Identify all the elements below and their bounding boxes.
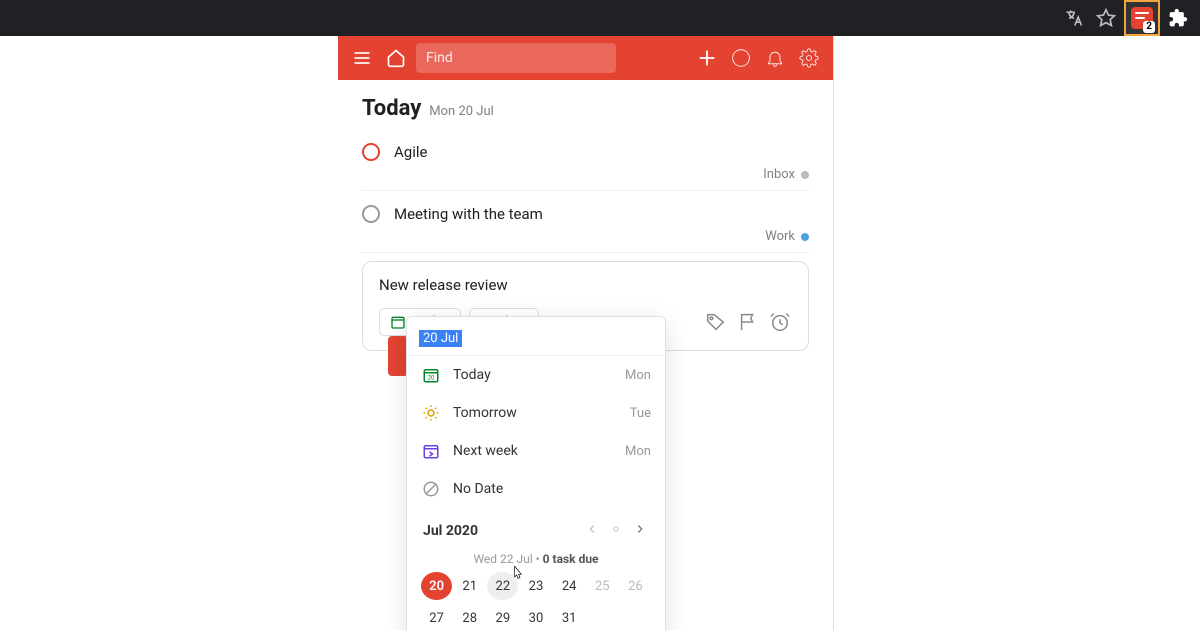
todoist-extension-icon[interactable]: 2 (1124, 0, 1160, 36)
star-icon[interactable] (1092, 4, 1120, 32)
svg-text:20: 20 (428, 375, 435, 382)
task-meta: Work (362, 229, 809, 244)
notifications-icon[interactable] (761, 44, 789, 72)
date-quick-today[interactable]: 20 Today Mon (407, 356, 665, 394)
date-quick-no-date[interactable]: No Date (407, 470, 665, 508)
settings-icon[interactable] (795, 44, 823, 72)
browser-top-bar: 2 (0, 0, 1200, 36)
extensions-puzzle-icon[interactable] (1164, 4, 1192, 32)
extension-badge: 2 (1143, 21, 1155, 33)
date-input-text: 20 Jul (419, 330, 462, 347)
mouse-cursor (510, 563, 526, 583)
calendar-day[interactable]: 28 (454, 604, 485, 630)
task-meta: Inbox (362, 167, 809, 182)
label-icon[interactable] (704, 310, 728, 334)
task-project-label: Work (765, 229, 795, 244)
calendar-month-label: Jul 2020 (423, 523, 478, 539)
date-quick-label: No Date (453, 481, 639, 497)
date-quick-day: Tue (630, 406, 651, 421)
todoist-panel: Find Today Mon 20 Jul Agile Inbox (338, 36, 834, 630)
task-row[interactable]: Meeting with the team (362, 199, 809, 229)
task-project-dot (801, 233, 809, 241)
calendar-day[interactable]: 25 (587, 572, 618, 600)
task-checkbox[interactable] (362, 205, 380, 223)
sun-icon (421, 403, 441, 423)
date-quick-tomorrow[interactable]: Tomorrow Tue (407, 394, 665, 432)
search-placeholder: Find (426, 50, 453, 66)
calendar-day[interactable]: 26 (620, 572, 651, 600)
page-title: Today (362, 96, 421, 121)
menu-icon[interactable] (348, 44, 376, 72)
app-header: Find (338, 36, 833, 80)
task-checkbox[interactable] (362, 143, 380, 161)
scrollbar-thumb[interactable] (833, 36, 834, 466)
reminder-clock-icon[interactable] (768, 310, 792, 334)
task-row[interactable]: Agile (362, 137, 809, 167)
date-picker-popover: 20 Jul 20 Today Mon Tomorrow Tue Next we… (406, 316, 666, 630)
date-input-row[interactable]: 20 Jul (407, 317, 665, 356)
date-quick-day: Mon (625, 368, 651, 383)
task-project-label: Inbox (763, 167, 795, 182)
task-name: Meeting with the team (394, 205, 543, 223)
task-project-dot (801, 171, 809, 179)
page-date: Mon 20 Jul (429, 104, 494, 119)
calendar-next-icon[interactable] (631, 520, 649, 542)
nextweek-icon (421, 441, 441, 461)
today-icon: 20 (421, 365, 441, 385)
task-name: Agile (394, 143, 427, 161)
calendar-day[interactable]: 30 (520, 604, 551, 630)
content-area: Today Mon 20 Jul Agile Inbox Meeting wit… (338, 80, 833, 351)
priority-flag-icon[interactable] (736, 310, 760, 334)
add-icon[interactable] (693, 44, 721, 72)
calendar-day[interactable]: 21 (454, 572, 485, 600)
task-editor-input[interactable]: New release review (379, 276, 792, 294)
home-icon[interactable] (382, 44, 410, 72)
date-quick-label: Next week (453, 443, 613, 459)
date-quick-next-week[interactable]: Next week Mon (407, 432, 665, 470)
search-input[interactable]: Find (416, 43, 616, 73)
calendar-day[interactable]: 20 (421, 572, 452, 600)
scrollbar-track (833, 36, 834, 630)
productivity-icon[interactable] (727, 44, 755, 72)
date-quick-label: Tomorrow (453, 405, 618, 421)
translate-icon[interactable] (1060, 4, 1088, 32)
nodate-icon (421, 479, 441, 499)
add-task-submit-button[interactable] (388, 336, 408, 376)
calendar-prev-icon[interactable] (583, 520, 601, 542)
date-quick-day: Mon (625, 444, 651, 459)
calendar-day[interactable]: 29 (487, 604, 518, 630)
calendar-hover-info: Wed 22 Jul • 0 task due (421, 546, 651, 572)
calendar-day[interactable]: 27 (421, 604, 452, 630)
date-quick-label: Today (453, 367, 613, 383)
calendar-day[interactable]: 31 (554, 604, 585, 630)
calendar-today-icon[interactable] (609, 520, 623, 542)
calendar-day[interactable]: 24 (554, 572, 585, 600)
